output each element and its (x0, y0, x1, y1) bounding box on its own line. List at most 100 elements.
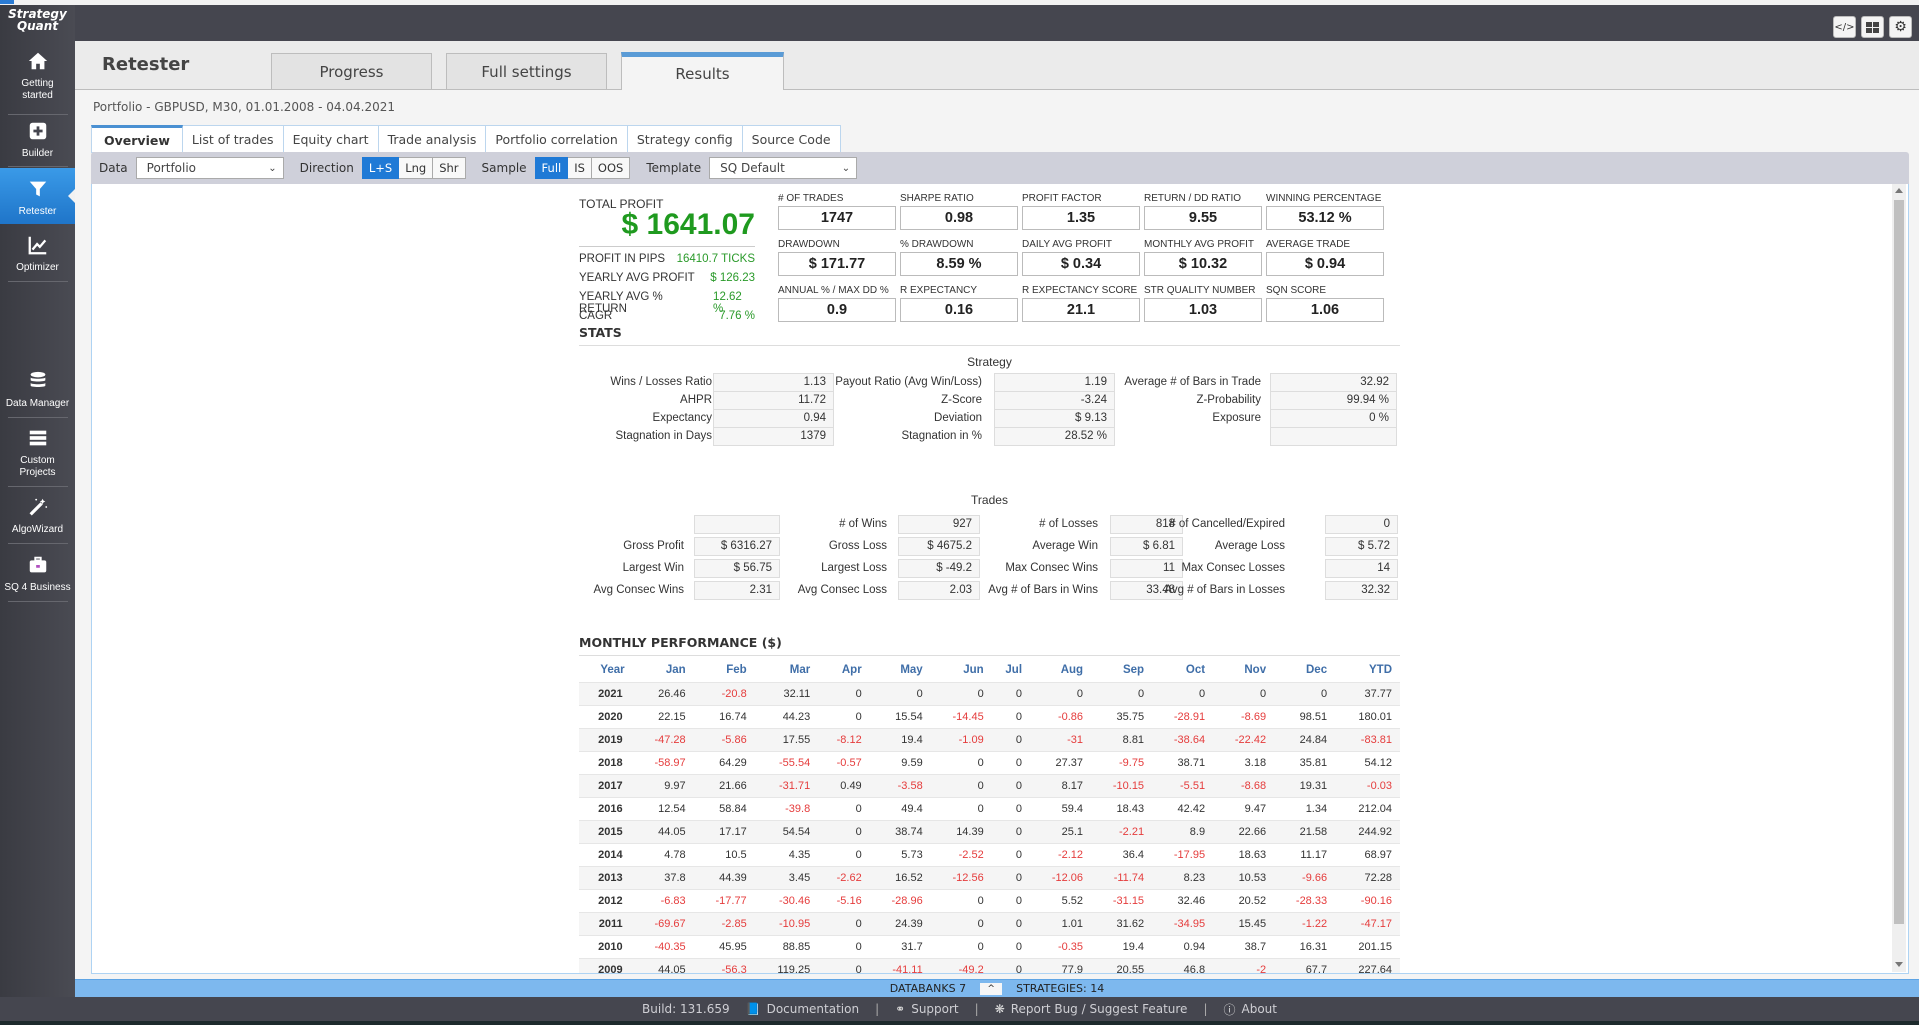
tab-full-settings[interactable]: Full settings (446, 53, 607, 89)
stat-label: Avg Consec Wins (593, 584, 684, 596)
month-value-cell: 19.4 (1091, 934, 1153, 958)
databank-toggle-button[interactable]: ^ (980, 982, 1003, 995)
scroll-thumb[interactable] (1894, 200, 1904, 924)
month-value-cell: 10.53 (1213, 865, 1275, 889)
info-icon: ⓘ (1223, 1002, 1236, 1017)
month-value-cell: 0 (818, 957, 870, 973)
direction-short[interactable]: Shr (433, 157, 466, 179)
month-value-cell: -22.42 (1213, 727, 1275, 751)
column-header[interactable]: Jun (931, 659, 992, 682)
metric-box: SQN SCORE 1.06 (1266, 285, 1384, 322)
data-select[interactable]: Portfolio ⌄ (135, 157, 284, 179)
documentation-link[interactable]: 📘 Documentation (746, 1002, 859, 1016)
month-value-cell: -47.17 (1335, 911, 1400, 935)
metric-value: 53.12 % (1266, 206, 1384, 230)
sidebar-divider (8, 281, 68, 282)
column-header[interactable]: Sep (1091, 659, 1152, 682)
direction-long-short[interactable]: L+S (361, 157, 400, 179)
column-header[interactable]: Aug (1030, 659, 1091, 682)
scroll-up-arrow[interactable] (1895, 188, 1903, 193)
month-value-cell: 15.45 (1213, 911, 1275, 935)
grid-icon (1866, 21, 1879, 33)
stat-value: 14 (1325, 559, 1398, 578)
databank-bar: DATABANKS 7 ^ STRATEGIES: 14 (75, 979, 1919, 997)
month-value-cell: 227.64 (1335, 957, 1400, 973)
column-header[interactable]: Feb (694, 659, 755, 682)
sidebar-item-custom-projects[interactable]: Custom Projects (0, 427, 75, 479)
month-value-cell: 0 (991, 865, 1031, 889)
column-header[interactable]: Oct (1152, 659, 1213, 682)
month-value-cell: 64.29 (693, 750, 755, 774)
stats-title: STATS (579, 325, 622, 340)
sidebar: Strategy Quant Getting started Builder R… (0, 5, 75, 997)
month-value-cell: 67.7 (1274, 957, 1336, 973)
table-row: 2019 -47.28 -5.86 17.55 -8.12 19.4 -1.09 0 -31 8.… (579, 727, 1400, 751)
column-header[interactable]: Mar (755, 659, 819, 682)
sample-is[interactable]: IS (568, 157, 592, 179)
month-value-cell: -17.77 (693, 888, 755, 912)
stat-value: 0.94 (713, 409, 834, 428)
month-value-cell: -58.97 (632, 750, 694, 774)
data-label: Data (99, 161, 128, 175)
column-header[interactable]: Year (579, 659, 633, 682)
settings-button[interactable]: ⚙ (1889, 16, 1912, 38)
column-header[interactable]: Jan (633, 659, 694, 682)
subtab-strategy-config[interactable]: Strategy config (627, 125, 743, 153)
report-bug-link[interactable]: ❋ Report Bug / Suggest Feature (995, 1002, 1188, 1016)
results-toolbar: Data Portfolio ⌄ Direction L+S Lng Shr S… (91, 152, 1909, 184)
sample-oos[interactable]: OOS (591, 157, 631, 179)
sidebar-divider (8, 601, 68, 602)
sidebar-item-data-manager[interactable]: Data Manager (0, 370, 75, 410)
month-value-cell: -90.16 (1335, 888, 1400, 912)
code-view-button[interactable]: </> (1833, 16, 1856, 38)
subtab-source-code[interactable]: Source Code (742, 125, 841, 153)
column-header[interactable]: May (870, 659, 931, 682)
stat-value: 32.32 (1325, 581, 1398, 600)
column-header[interactable]: YTD (1335, 659, 1400, 682)
subtab-portfolio-correlation[interactable]: Portfolio correlation (486, 125, 628, 153)
column-header[interactable]: Dec (1274, 659, 1335, 682)
table-row: 2016 12.54 58.84 -39.8 0 49.4 0 0 59.4 18.43 42.42… (579, 796, 1400, 820)
strategy-group-title: Strategy (967, 355, 1012, 369)
stat-label: Z-Probability (1196, 394, 1261, 406)
sidebar-item-getting-started[interactable]: Getting started (0, 50, 75, 102)
column-header[interactable]: Nov (1213, 659, 1274, 682)
sidebar-item-sq4-business[interactable]: SQ 4 Business (0, 554, 75, 594)
sidebar-item-builder[interactable]: Builder (0, 120, 75, 160)
template-select[interactable]: SQ Default ⌄ (709, 157, 858, 179)
column-header[interactable]: Jul (992, 659, 1030, 682)
subtab-list-of-trades[interactable]: List of trades (182, 125, 284, 153)
stat-value (1270, 427, 1397, 446)
about-link[interactable]: ⓘ About (1223, 1001, 1277, 1018)
sidebar-item-retester[interactable]: Retester (0, 168, 75, 224)
month-value-cell: -17.95 (1152, 842, 1214, 866)
metric-box: STR QUALITY NUMBER 1.03 (1144, 285, 1262, 322)
sample-full[interactable]: Full (534, 157, 569, 179)
month-value-cell: -12.56 (930, 865, 992, 889)
subtab-overview[interactable]: Overview (91, 125, 183, 153)
subtab-equity-chart[interactable]: Equity chart (283, 125, 379, 153)
scroll-down-arrow[interactable] (1895, 962, 1903, 967)
month-value-cell: 20.52 (1213, 888, 1275, 912)
column-header[interactable]: Apr (818, 659, 869, 682)
layout-button[interactable] (1861, 16, 1884, 38)
table-row: 2020 22.15 16.74 44.23 0 15.54 -14.45 0 -0.86 35.… (579, 704, 1400, 728)
sidebar-item-algowizard[interactable]: AlgoWizard (0, 496, 75, 536)
summary-row: YEARLY AVG PROFIT $ 126.23 (579, 272, 755, 284)
table-row: 2014 4.78 10.5 4.35 0 5.73 -2.52 0 -2.12 36.4 -17.… (579, 842, 1400, 866)
direction-long[interactable]: Lng (399, 157, 434, 179)
stat-label: Max Consec Losses (1181, 562, 1285, 574)
subtab-trade-analysis[interactable]: Trade analysis (378, 125, 487, 153)
direction-toggle: L+S Lng Shr (361, 157, 466, 179)
month-value-cell: 19.31 (1274, 773, 1336, 797)
year-cell: 2020 (579, 704, 633, 728)
vertical-scrollbar[interactable] (1892, 184, 1906, 972)
tab-progress[interactable]: Progress (271, 53, 432, 89)
month-value-cell: -47.28 (632, 727, 694, 751)
sidebar-divider (8, 543, 68, 544)
month-value-cell: 21.66 (693, 773, 755, 797)
sidebar-item-optimizer[interactable]: Optimizer (0, 234, 75, 274)
tab-results[interactable]: Results (621, 52, 784, 90)
support-link[interactable]: ⚭ Support (895, 1002, 959, 1016)
metric-label: # OF TRADES (778, 193, 844, 204)
